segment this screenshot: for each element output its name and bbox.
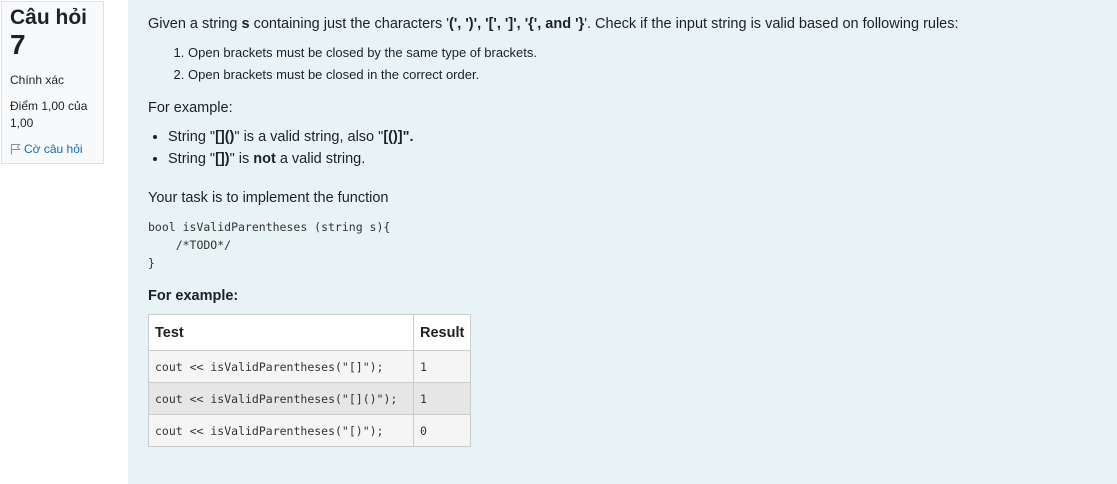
cell-test: cout << isValidParentheses("[]()");	[148, 382, 414, 415]
task-description: Your task is to implement the function	[148, 190, 389, 206]
example-bullets: String "[]()" is a valid string, also "[…	[148, 126, 1097, 170]
intro-variable: s	[241, 16, 250, 32]
flag-icon	[10, 144, 21, 155]
intro-text-post: '. Check if the input string is valid ba…	[584, 16, 959, 32]
page: Câu hỏi 7 Chính xác Điểm 1,00 của 1,00 C…	[0, 0, 1117, 484]
question-label-text: Câu hỏi	[10, 6, 87, 29]
rule-item: Open brackets must be closed in the corr…	[188, 64, 1097, 86]
rule-item: Open brackets must be closed by the same…	[188, 42, 1097, 64]
header-result: Result	[412, 314, 472, 351]
code-block: bool isValidParentheses (string s){ /*TO…	[148, 218, 1097, 272]
header-test: Test	[148, 314, 414, 351]
cell-result: 1	[412, 350, 472, 383]
bullet-invalid-value: [])	[215, 151, 230, 167]
question-content: Given a string s containing just the cha…	[128, 0, 1117, 484]
bullet-valid-value: []()	[215, 129, 235, 145]
question-number: 7	[10, 29, 26, 60]
code-line: bool isValidParentheses (string s){	[148, 220, 391, 234]
intro-characters: (', ')', '[', ']', '{', and '}	[449, 16, 585, 32]
flag-question-label: Cờ câu hỏi	[24, 142, 83, 156]
flag-question-link[interactable]: Cờ câu hỏi	[10, 142, 95, 156]
test-table: Test Result cout << isValidParentheses("…	[148, 314, 472, 447]
bullet-invalid-post: a valid string.	[275, 151, 366, 167]
bullet-invalid-not: not	[253, 151, 276, 167]
cell-test: cout << isValidParentheses("[)");	[148, 414, 414, 447]
bullet-valid-pre: String "	[168, 129, 216, 145]
table-row: cout << isValidParentheses("[]()"); 1	[148, 382, 472, 415]
question-grade: Điểm 1,00 của 1,00	[10, 99, 88, 130]
bullet-valid-mid: " is a valid string, also "	[234, 129, 384, 145]
bullet-invalid-mid: " is	[229, 151, 254, 167]
table-header-row: Test Result	[148, 314, 472, 351]
intro-text-pre: Given a string	[148, 16, 242, 32]
bullet-invalid-pre: String "	[168, 151, 216, 167]
code-line: /*TODO*/	[148, 238, 232, 252]
table-row: cout << isValidParentheses("[)"); 0	[148, 414, 472, 447]
table-row: cout << isValidParentheses("[]"); 1	[148, 350, 472, 383]
bullet-invalid: String "[])" is not a valid string.	[168, 148, 1097, 170]
example-heading: For example:	[148, 288, 239, 304]
rules-list: Open brackets must be closed by the same…	[148, 42, 1097, 86]
question-info-box: Câu hỏi 7 Chính xác Điểm 1,00 của 1,00 C…	[1, 1, 104, 164]
question-intro: Given a string s containing just the cha…	[148, 14, 1097, 34]
bullet-valid-post: ".	[402, 129, 414, 145]
bullet-valid: String "[]()" is a valid string, also "[…	[168, 126, 1097, 148]
bullet-valid-value2: [()]	[383, 129, 403, 145]
question-label: Câu hỏi 7	[10, 6, 95, 60]
cell-result: 1	[412, 382, 472, 415]
cell-result: 0	[412, 414, 472, 447]
intro-text-mid: containing just the characters '	[249, 16, 450, 32]
cell-test: cout << isValidParentheses("[]");	[148, 350, 414, 383]
for-example-label: For example:	[148, 100, 233, 116]
question-state: Chính xác	[10, 73, 65, 87]
code-line: }	[148, 256, 155, 270]
